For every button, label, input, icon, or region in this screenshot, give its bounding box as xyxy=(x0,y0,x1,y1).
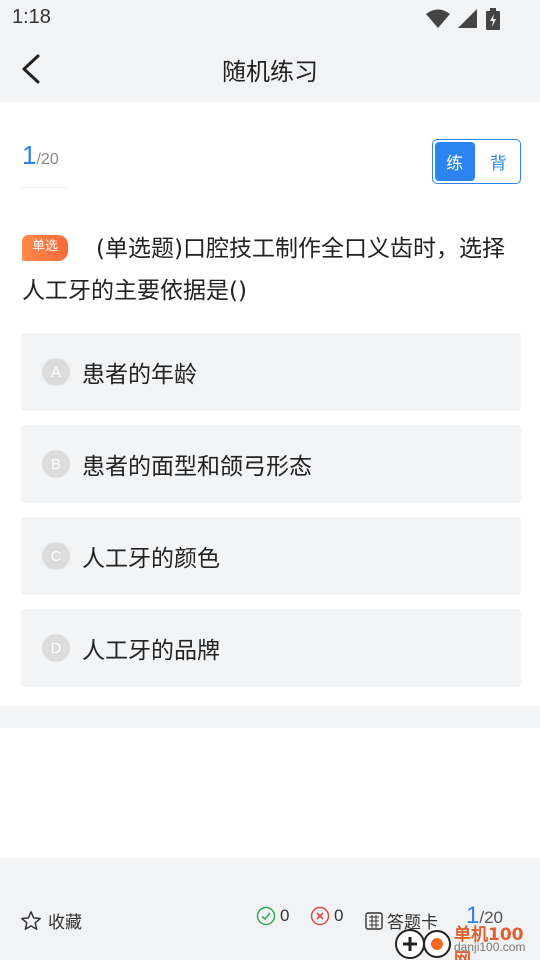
question-stem: 单选 (单选题)口腔技工制作全口义齿时，选择人工牙的主要依据是() xyxy=(22,228,522,312)
status-bar: 1:18 xyxy=(0,0,540,36)
option-text: 人工牙的品牌 xyxy=(82,638,220,664)
options-list: A 患者的年龄 B 患者的面型和颌弓形态 C 人工牙的颜色 D 人工牙的品牌 xyxy=(21,333,521,701)
option-letter: A xyxy=(42,358,70,386)
option-letter: D xyxy=(42,634,70,662)
wifi-icon xyxy=(426,9,450,28)
wrong-count: 0 xyxy=(310,906,343,926)
question-text: (单选题)口腔技工制作全口义齿时，选择人工牙的主要依据是() xyxy=(22,236,505,304)
signal-icon xyxy=(458,9,477,28)
star-icon xyxy=(21,910,41,930)
check-circle-icon xyxy=(256,906,276,926)
option-text: 患者的年龄 xyxy=(82,362,197,388)
correct-count-value: 0 xyxy=(280,906,290,925)
battery-icon xyxy=(486,8,500,30)
favorite-button[interactable]: 收藏 xyxy=(20,908,82,933)
option-text: 人工牙的颜色 xyxy=(82,546,220,572)
practice-mode-button[interactable]: 练 xyxy=(435,142,475,181)
app-bar: 随机练习 xyxy=(0,36,540,102)
status-icons xyxy=(426,8,500,30)
option-d[interactable]: D 人工牙的品牌 xyxy=(21,609,521,687)
progress-total: /20 xyxy=(36,151,59,168)
option-text: 患者的面型和颌弓形态 xyxy=(82,454,312,480)
question-type-badge: 单选 xyxy=(22,235,69,261)
option-a[interactable]: A 患者的年龄 xyxy=(21,333,521,411)
page-title: 随机练习 xyxy=(222,58,318,86)
section-divider xyxy=(0,706,540,728)
option-c[interactable]: C 人工牙的颜色 xyxy=(21,517,521,595)
status-time: 1:18 xyxy=(12,6,51,28)
correct-count: 0 xyxy=(256,906,289,926)
option-letter: B xyxy=(42,450,70,478)
option-b[interactable]: B 患者的面型和颌弓形态 xyxy=(21,425,521,503)
favorite-label: 收藏 xyxy=(48,913,82,933)
progress-current: 1 xyxy=(22,140,37,170)
option-letter: C xyxy=(42,542,70,570)
watermark-domain: danji100.com xyxy=(454,940,526,954)
mode-toggle: 练 背 xyxy=(432,139,521,184)
recite-mode-button[interactable]: 背 xyxy=(477,140,520,183)
grid-icon xyxy=(365,911,383,930)
question-progress: 1/20 xyxy=(22,140,66,188)
watermark-logo xyxy=(395,929,451,959)
x-circle-icon xyxy=(310,906,330,926)
wrong-count-value: 0 xyxy=(334,906,344,925)
watermark: 单机100网 danji100.com xyxy=(392,918,540,960)
